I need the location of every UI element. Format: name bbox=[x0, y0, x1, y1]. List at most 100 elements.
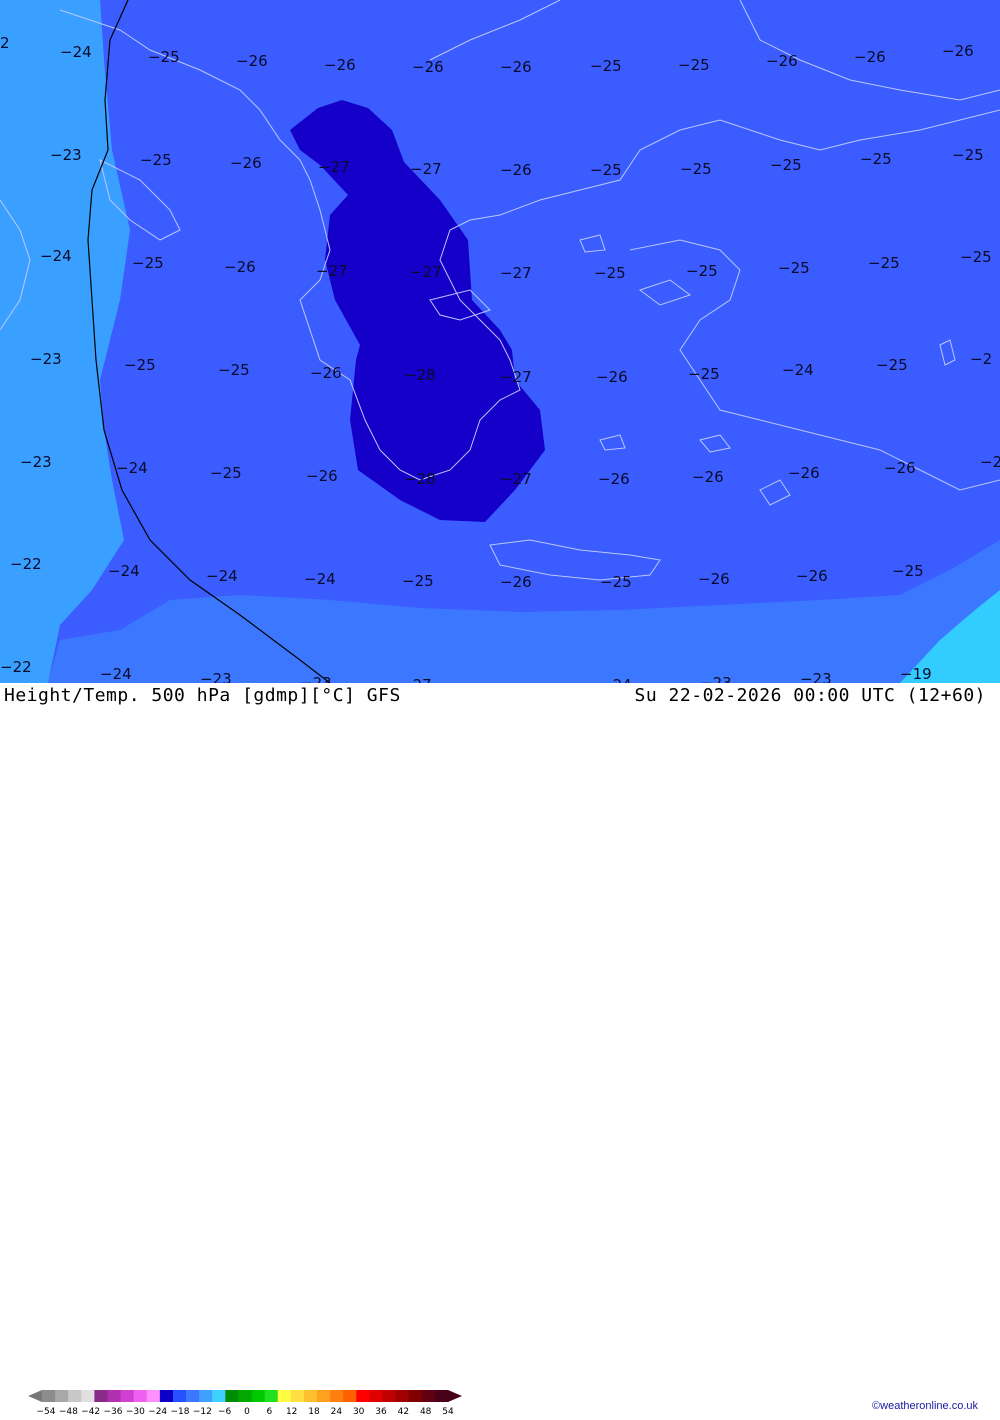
temp-label: −28 bbox=[404, 470, 436, 488]
temp-label: −25 bbox=[148, 48, 180, 66]
colorbar-swatch bbox=[330, 1390, 344, 1402]
temp-label: −27 bbox=[500, 264, 532, 282]
temp-label: −26 bbox=[692, 468, 724, 486]
temp-label: −24 bbox=[600, 676, 632, 683]
temp-label: −25 bbox=[600, 573, 632, 591]
colorbar-swatch bbox=[434, 1390, 449, 1402]
temp-label: −27 bbox=[410, 160, 442, 178]
temp-label: −25 bbox=[860, 150, 892, 168]
temp-label: −28 bbox=[404, 366, 436, 384]
colorbar-tick: −48 bbox=[59, 1407, 78, 1416]
temp-label: −26 bbox=[698, 570, 730, 588]
temp-label: −25 bbox=[678, 56, 710, 74]
temp-label: −19 bbox=[900, 665, 932, 683]
temp-label: −25 bbox=[218, 361, 250, 379]
temp-label: −25 bbox=[952, 146, 984, 164]
colorbar-swatch bbox=[277, 1390, 292, 1402]
temp-label: −2 bbox=[980, 453, 1000, 471]
colorbar-tick: −6 bbox=[218, 1407, 232, 1416]
temp-label: 2 bbox=[0, 34, 10, 52]
colorbar-swatch bbox=[172, 1390, 187, 1402]
temp-label: −25 bbox=[770, 156, 802, 174]
temp-label: −25 bbox=[590, 161, 622, 179]
colorbar-tick: −30 bbox=[126, 1407, 145, 1416]
colorbar-tick: −54 bbox=[37, 1407, 56, 1416]
temp-label: −24 bbox=[108, 562, 140, 580]
temp-label: −25 bbox=[590, 57, 622, 75]
temp-label: −25 bbox=[132, 254, 164, 272]
temp-label: −27 bbox=[410, 263, 442, 281]
temp-label: −26 bbox=[224, 258, 256, 276]
temp-label: −23 bbox=[200, 670, 232, 683]
colorbar-swatch bbox=[212, 1390, 226, 1402]
temp-label: −26 bbox=[854, 48, 886, 66]
colorbar-swatch bbox=[94, 1390, 108, 1402]
temp-label: −25 bbox=[960, 248, 992, 266]
temp-label: −22 bbox=[0, 658, 32, 676]
right-title: Su 22-02-2026 00:00 UTC (12+60) bbox=[634, 685, 986, 706]
colorbar-swatch bbox=[199, 1390, 213, 1402]
weather-map: 2 −24 −25 −26 −26 −26 −26 −25 −25 −26 −26 −26 −23 −25… bbox=[0, 0, 1000, 683]
temp-label: −26 bbox=[230, 154, 262, 172]
colorbar-tick: −18 bbox=[171, 1407, 190, 1416]
colorbar-swatch bbox=[225, 1390, 239, 1402]
temp-label: −24 bbox=[40, 247, 72, 265]
colorbar-swatch bbox=[238, 1390, 253, 1402]
map-canvas: 2 −24 −25 −26 −26 −26 −26 −25 −25 −26 −26 −26 −23 −25… bbox=[0, 0, 1000, 683]
colorbar-swatch bbox=[107, 1390, 122, 1402]
credit-link[interactable]: ©weatheronline.co.uk bbox=[872, 1400, 978, 1412]
left-title: Height/Temp. 500 hPa [gdmp][°C] GFS bbox=[4, 685, 401, 706]
temp-label: −26 bbox=[500, 161, 532, 179]
colorbar-swatch bbox=[356, 1390, 370, 1402]
temp-label: −26 bbox=[598, 470, 630, 488]
temp-label: −27 bbox=[500, 368, 532, 386]
colorbar-swatch bbox=[159, 1390, 174, 1402]
colorbar-tick: 30 bbox=[353, 1407, 365, 1416]
colorbar-swatch bbox=[146, 1390, 161, 1402]
colorbar-tick: 18 bbox=[308, 1407, 320, 1416]
temp-label: −26 bbox=[236, 52, 268, 70]
temp-label: −25 bbox=[140, 151, 172, 169]
temp-label: −24 bbox=[100, 665, 132, 683]
temp-label: −24 bbox=[206, 567, 238, 585]
temp-label: −25 bbox=[124, 356, 156, 374]
temp-label: −26 bbox=[942, 42, 974, 60]
temp-label: −27 bbox=[316, 262, 348, 280]
temp-label: −23 bbox=[20, 453, 52, 471]
temp-label: −26 bbox=[884, 459, 916, 477]
temp-label: −27 bbox=[318, 158, 350, 176]
temp-label: −24 bbox=[116, 459, 148, 477]
colorbar-left-arrow bbox=[28, 1390, 42, 1402]
temp-label: −26 bbox=[796, 567, 828, 585]
colorbar-swatch bbox=[408, 1390, 423, 1402]
colorbar-tick: 12 bbox=[286, 1407, 297, 1416]
colorbar-tick: −36 bbox=[104, 1407, 123, 1416]
colorbar-swatch bbox=[343, 1390, 357, 1402]
temp-label: −22 bbox=[10, 555, 42, 573]
colorbar-swatch bbox=[369, 1390, 384, 1402]
colorbar-swatch bbox=[290, 1390, 305, 1402]
colorbar-swatch bbox=[68, 1390, 82, 1402]
temp-label: −25 bbox=[778, 259, 810, 277]
footer: Height/Temp. 500 hPa [gdmp][°C] GFS Su 2… bbox=[0, 683, 1000, 1417]
colorbar-swatch bbox=[55, 1390, 69, 1402]
temp-label: −26 bbox=[412, 58, 444, 76]
colorbar-tick: −12 bbox=[193, 1407, 212, 1416]
temp-label: −23 bbox=[300, 674, 332, 683]
temp-label: −26 bbox=[310, 364, 342, 382]
colorbar-tick: 0 bbox=[244, 1407, 250, 1416]
temp-label: −24 bbox=[304, 570, 336, 588]
colorbar-tick: 42 bbox=[398, 1407, 409, 1416]
temp-label: −23 bbox=[30, 350, 62, 368]
colorbar-swatch bbox=[303, 1390, 318, 1402]
temp-label: −25 bbox=[210, 464, 242, 482]
temp-label: −23 bbox=[700, 674, 732, 683]
temp-label: −25 bbox=[892, 562, 924, 580]
temp-label: −23 bbox=[50, 146, 82, 164]
colorbar-svg: −54 −48 −42 −36 −30 −24 −18 −12 −6 0 6 12 18 24 30 36 42… bbox=[28, 1390, 462, 1417]
temp-label: −25 bbox=[402, 572, 434, 590]
temp-label: −26 bbox=[788, 464, 820, 482]
colorbar-tick: 54 bbox=[442, 1407, 454, 1416]
temp-label: −2 bbox=[970, 350, 992, 368]
temp-label: −26 bbox=[500, 573, 532, 591]
